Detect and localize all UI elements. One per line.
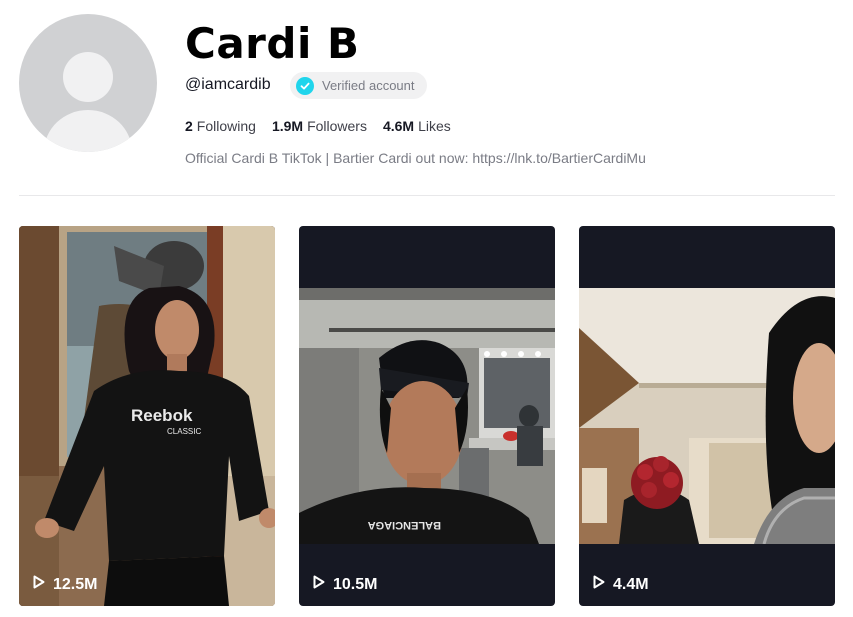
divider xyxy=(19,195,835,196)
video-views-2: 10.5M xyxy=(313,575,377,594)
shirt-logo-text: BALENCIAGA xyxy=(368,519,441,531)
video-thumbnail-1: Reebok CLASSIC xyxy=(19,226,275,606)
stat-following[interactable]: 2 Following xyxy=(185,118,256,134)
avatar[interactable] xyxy=(19,14,157,152)
play-icon xyxy=(33,575,45,594)
video-views-1: 12.5M xyxy=(33,575,97,594)
stat-followers[interactable]: 1.9M Followers xyxy=(272,118,367,134)
profile-header: Cardi B @iamcardib Verified account 2 Fol… xyxy=(0,0,853,200)
shirt-logo-subtext: CLASSIC xyxy=(167,427,201,436)
stat-following-label: Following xyxy=(196,118,256,134)
stat-likes-count: 4.6M xyxy=(382,118,415,134)
verified-label: Verified account xyxy=(322,78,415,93)
video-thumbnail-3 xyxy=(579,288,835,544)
profile-handle: @iamcardib xyxy=(185,76,271,93)
shirt-logo-text: Reebok xyxy=(131,406,193,425)
video-item-1[interactable]: Reebok CLASSIC 12.5M xyxy=(19,226,275,606)
profile-stats: 2 Following 1.9M Followers 4.6M Likes xyxy=(185,118,451,134)
profile-name: Cardi B xyxy=(185,19,360,68)
video-views-3: 4.4M xyxy=(593,575,649,594)
avatar-placeholder-body xyxy=(44,110,132,152)
play-icon xyxy=(593,575,605,594)
stat-likes-label: Likes xyxy=(418,118,451,134)
view-count: 10.5M xyxy=(333,575,378,593)
verified-badge: Verified account xyxy=(290,72,427,99)
avatar-placeholder-head xyxy=(63,52,113,102)
play-icon xyxy=(313,575,325,594)
video-item-2[interactable]: BALENCIAGA 10.5M xyxy=(299,226,555,606)
stat-followers-count: 1.9M xyxy=(271,118,304,134)
view-count: 12.5M xyxy=(53,575,98,593)
view-count: 4.4M xyxy=(613,575,649,593)
video-item-3[interactable]: 4.4M xyxy=(579,226,835,606)
verified-check-icon xyxy=(296,76,314,95)
stat-following-count: 2 xyxy=(185,118,193,134)
stat-likes: 4.6M Likes xyxy=(383,118,451,134)
profile-bio: Official Cardi B TikTok | Bartier Cardi … xyxy=(185,150,646,166)
stat-followers-label: Followers xyxy=(307,118,367,134)
video-thumbnail-2: BALENCIAGA xyxy=(299,288,555,544)
